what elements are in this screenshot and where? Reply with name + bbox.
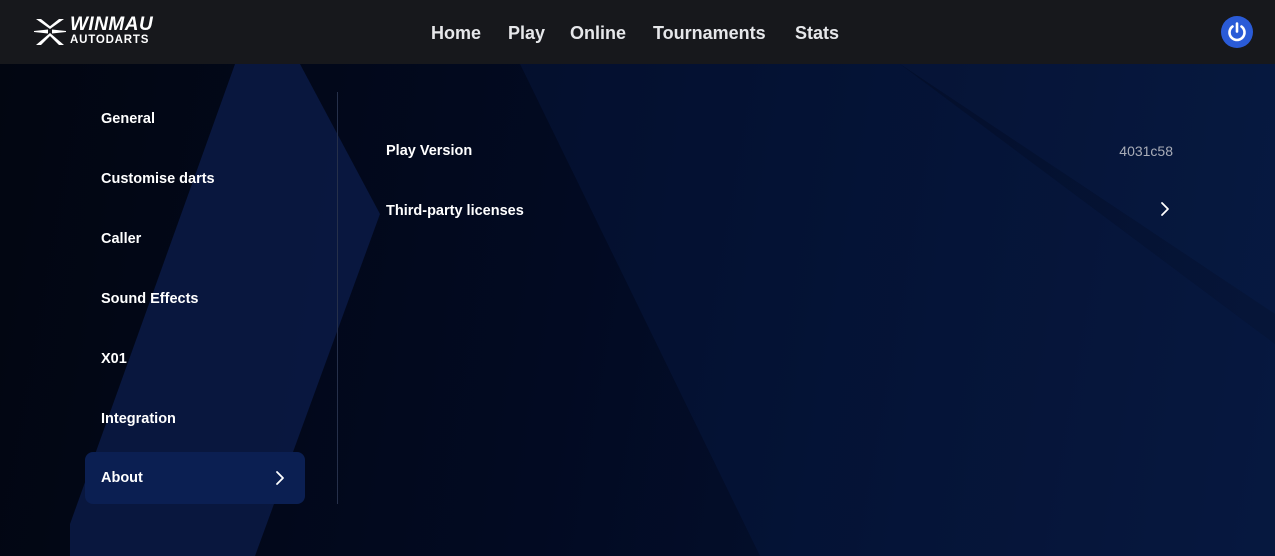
sidebar-item-caller[interactable]: Caller bbox=[85, 213, 305, 265]
power-button[interactable] bbox=[1221, 16, 1253, 48]
main-nav: Home Play Online Tournaments Stats bbox=[0, 0, 1275, 64]
third-party-licenses-row[interactable]: Third-party licenses bbox=[386, 180, 1176, 240]
play-version-value: 4031c58 bbox=[1119, 143, 1173, 159]
third-party-licenses-label: Third-party licenses bbox=[386, 203, 524, 219]
sidebar-item-label: General bbox=[101, 111, 155, 127]
sidebar-item-label: About bbox=[101, 470, 143, 486]
nav-tournaments[interactable]: Tournaments bbox=[653, 21, 766, 45]
sidebar-item-label: X01 bbox=[101, 351, 127, 367]
sidebar-item-customise-darts[interactable]: Customise darts bbox=[85, 153, 305, 205]
nav-play[interactable]: Play bbox=[508, 21, 545, 45]
settings-app: WINMAU AUTODARTS Home Play Online Tourna… bbox=[0, 0, 1275, 556]
top-bar: WINMAU AUTODARTS Home Play Online Tourna… bbox=[0, 0, 1275, 64]
settings-sidebar: General Customise darts Caller Sound Eff… bbox=[85, 89, 305, 509]
sidebar-item-label: Customise darts bbox=[101, 171, 215, 187]
sidebar-item-label: Sound Effects bbox=[101, 291, 199, 307]
sidebar-item-sound-effects[interactable]: Sound Effects bbox=[85, 273, 305, 325]
sidebar-item-general[interactable]: General bbox=[85, 93, 305, 145]
chevron-right-icon bbox=[276, 471, 284, 485]
nav-home[interactable]: Home bbox=[431, 21, 481, 45]
sidebar-item-x01[interactable]: X01 bbox=[85, 333, 305, 385]
sidebar-item-label: Integration bbox=[101, 411, 176, 427]
play-version-label: Play Version bbox=[386, 143, 473, 159]
sidebar-item-label: Caller bbox=[101, 231, 142, 247]
sidebar-divider bbox=[337, 92, 338, 504]
power-icon bbox=[1228, 22, 1246, 42]
nav-online[interactable]: Online bbox=[570, 21, 626, 45]
sidebar-item-integration[interactable]: Integration bbox=[85, 393, 305, 445]
play-version-row: Play Version 4031c58 bbox=[386, 120, 1176, 180]
sidebar-item-about[interactable]: About bbox=[85, 452, 305, 504]
nav-stats[interactable]: Stats bbox=[795, 21, 839, 45]
chevron-right-icon bbox=[1161, 202, 1169, 216]
